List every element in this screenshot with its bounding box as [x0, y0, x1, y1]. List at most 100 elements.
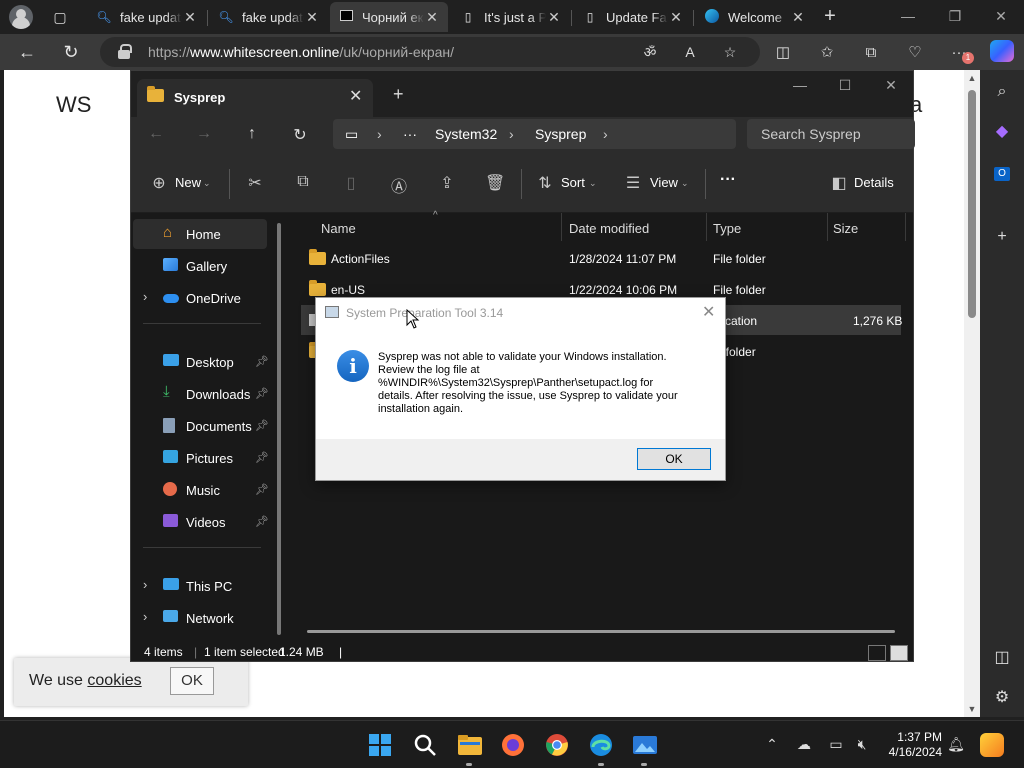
copilot-pre-icon[interactable] [980, 733, 1004, 757]
close-window-button[interactable]: ✕ [978, 4, 1024, 28]
sidebar-settings-icon[interactable]: ⚙ [990, 686, 1014, 710]
close-tab-icon[interactable]: ✕ [424, 9, 440, 26]
chrome-icon[interactable] [545, 733, 569, 757]
collections-icon[interactable]: ⧉ [860, 42, 882, 64]
details-pane-icon[interactable]: ◧ [829, 173, 849, 193]
browser-tab-2[interactable]: 🔍︎ fake update ✕ [210, 2, 328, 32]
pin-icon[interactable]: 📌︎ [255, 355, 269, 368]
copilot-icon[interactable] [990, 40, 1014, 62]
network-display-icon[interactable]: ▭ [826, 736, 846, 753]
taskbar-clock[interactable]: 1:37 PM 4/16/2024 [880, 730, 942, 760]
address-bar[interactable]: https://www.whitescreen.online/uk/чорний… [100, 37, 760, 67]
file-row[interactable]: ActionFiles 1/28/2024 11:07 PM File fold… [301, 243, 901, 273]
ok-button[interactable]: OK [637, 448, 711, 470]
pin-icon[interactable]: 📌︎ [255, 387, 269, 400]
nav-item-gallery[interactable]: Gallery [133, 251, 267, 281]
pin-icon[interactable]: 📌︎ [255, 451, 269, 464]
new-plus-icon[interactable]: ⊕ [149, 173, 169, 193]
tab-actions-icon[interactable]: ▢ [50, 7, 70, 27]
details-view-icon[interactable] [868, 645, 886, 661]
read-aloud-icon[interactable]: ॐ [640, 42, 660, 62]
favorites-icon[interactable]: ✩ [816, 42, 838, 64]
photos-icon[interactable] [632, 733, 657, 757]
computer-icon[interactable]: ▭ [345, 126, 358, 143]
file-explorer-icon[interactable] [457, 733, 482, 757]
browser-tab-1[interactable]: 🔍︎ fake update ✕ [88, 2, 206, 32]
sort-button[interactable]: Sort [561, 175, 585, 190]
dialog-close-icon[interactable]: ✕ [702, 302, 715, 322]
column-header-type[interactable]: Type [713, 221, 741, 236]
close-tab-icon[interactable]: ✕ [182, 9, 198, 26]
add-sidebar-app-icon[interactable]: + [990, 225, 1014, 249]
browser-tab-4[interactable]: ▯ It's just a Prank ✕ [452, 2, 570, 32]
new-explorer-tab-button[interactable]: + [393, 84, 404, 105]
profile-avatar[interactable] [9, 5, 33, 29]
explorer-tab[interactable]: Sysprep ✕ [137, 79, 373, 117]
text-size-icon[interactable]: A [680, 42, 700, 62]
view-icon[interactable]: ☰ [623, 173, 643, 193]
split-screen-icon[interactable]: ◫ [772, 42, 794, 64]
nav-item-downloads[interactable]: ⤓ Downloads 📌︎ [133, 379, 269, 409]
nav-item-music[interactable]: Music 📌︎ [133, 475, 269, 505]
nav-item-documents[interactable]: Documents 📌︎ [133, 411, 269, 441]
edge-icon[interactable] [589, 733, 613, 757]
breadcrumb[interactable]: ▭ › ··· System32 › Sysprep › [333, 119, 736, 149]
share-icon[interactable]: ⇪ [437, 173, 457, 193]
delete-icon[interactable]: 🗑︎ [485, 173, 505, 193]
forward-arrow-icon[interactable]: → [193, 125, 215, 143]
notification-bell-icon[interactable]: 🔔︎ [946, 736, 966, 753]
volume-muted-icon[interactable]: 🔇︎ [852, 736, 872, 753]
tiles-view-icon[interactable] [890, 645, 908, 661]
url-text[interactable]: https://www.whitescreen.online/uk/чорний… [148, 44, 454, 60]
breadcrumb-item-sysprep[interactable]: Sysprep [535, 126, 586, 142]
minimize-button[interactable]: — [885, 4, 931, 28]
page-scrollbar[interactable]: ▲ ▼ [964, 70, 980, 717]
minimize-button[interactable]: — [785, 77, 815, 93]
details-button[interactable]: Details [854, 175, 894, 190]
scroll-down-icon[interactable]: ▼ [967, 704, 977, 714]
breadcrumb-item-system32[interactable]: System32 [435, 126, 497, 142]
hide-sidebar-icon[interactable]: ◫ [990, 646, 1014, 670]
browser-essentials-icon[interactable]: ♡ [904, 42, 926, 64]
nav-item-videos[interactable]: Videos 📌︎ [133, 507, 269, 537]
nav-pane-scrollbar[interactable] [277, 223, 281, 635]
new-tab-button[interactable]: + [818, 5, 842, 29]
close-window-button[interactable]: ✕ [876, 77, 906, 94]
back-button[interactable]: ← [14, 40, 40, 64]
close-tab-icon[interactable]: ✕ [668, 9, 684, 26]
close-tab-icon[interactable]: ✕ [790, 9, 806, 26]
breadcrumb-more[interactable]: ··· [403, 126, 417, 142]
nav-item-desktop[interactable]: Desktop 📌︎ [133, 347, 269, 377]
outlook-icon[interactable]: O [990, 160, 1014, 184]
scroll-up-icon[interactable]: ▲ [967, 73, 977, 83]
new-button[interactable]: New [175, 175, 201, 190]
up-arrow-icon[interactable]: ↑ [241, 125, 263, 143]
column-header-size[interactable]: Size [833, 221, 858, 236]
nav-item-this-pc[interactable]: › This PC [133, 571, 267, 601]
browser-tab-3-active[interactable]: Чорний екран ✕ [330, 2, 448, 32]
pin-icon[interactable]: 📌︎ [255, 515, 269, 528]
copy-icon[interactable]: ⧉ [293, 173, 313, 191]
refresh-icon[interactable]: ↻ [289, 125, 311, 145]
cut-icon[interactable]: ✂ [245, 173, 265, 193]
onedrive-offline-icon[interactable]: ☁ [794, 736, 814, 753]
nav-item-network[interactable]: › Network [133, 603, 267, 633]
horizontal-scrollbar[interactable] [307, 630, 895, 633]
windows-start-icon[interactable] [368, 733, 392, 757]
paste-icon[interactable]: ▯ [341, 173, 361, 193]
nav-item-home[interactable]: ⌂ Home [133, 219, 267, 249]
view-button[interactable]: View [650, 175, 678, 190]
nav-item-onedrive[interactable]: › OneDrive [133, 283, 267, 313]
pin-icon[interactable]: 📌︎ [255, 419, 269, 432]
chevron-right-icon[interactable]: › [143, 609, 147, 624]
chevron-right-icon[interactable]: › [143, 289, 147, 304]
close-tab-icon[interactable]: ✕ [546, 9, 562, 26]
favorite-star-icon[interactable]: ☆ [720, 42, 740, 62]
close-tab-icon[interactable]: ✕ [304, 9, 320, 26]
sidebar-copilot-icon[interactable]: ◆ [990, 120, 1014, 144]
browser-tab-5[interactable]: ▯ Update Fake ✕ [574, 2, 692, 32]
search-icon[interactable] [413, 733, 437, 757]
pin-icon[interactable]: 📌︎ [255, 483, 269, 496]
chevron-right-icon[interactable]: › [143, 577, 147, 592]
lock-icon[interactable] [118, 44, 132, 59]
